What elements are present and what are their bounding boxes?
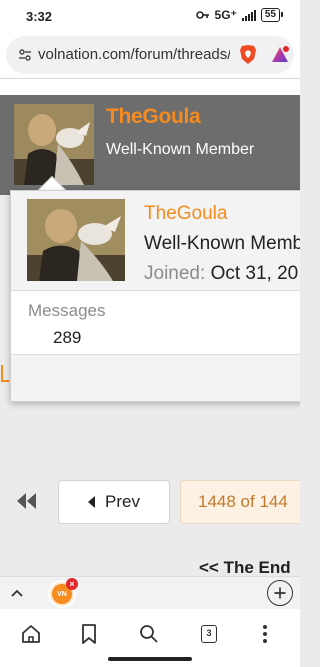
profile-header: TheGoula Well-Known Member — [0, 78, 300, 195]
member-card-joined: Joined: Oct 31, 20 — [144, 263, 298, 285]
member-card-avatar[interactable] — [27, 199, 125, 281]
web-page: TheGoula Well-Known Member TheGoula Well… — [0, 78, 300, 576]
status-icons: 5G⁺ 55 — [195, 8, 284, 22]
brave-rewards-icon[interactable] — [271, 46, 289, 63]
joined-date: Oct 31, 20 — [210, 263, 299, 284]
member-card-stats: Messages 289 — [11, 291, 300, 401]
tabs-button[interactable]: 3 — [198, 622, 220, 646]
address-bar[interactable]: volnation.com/forum/threads/ra — [6, 36, 294, 74]
profile-member-title: Well-Known Member — [106, 141, 255, 158]
home-indicator — [108, 657, 192, 661]
new-tab-plus-icon[interactable] — [267, 580, 293, 606]
browser-toolbar: volnation.com/forum/threads/ra — [0, 32, 300, 78]
page-selector[interactable]: 1448 of 144 — [180, 480, 300, 524]
partial-orange-icon — [1, 365, 9, 382]
member-tooltip-card: TheGoula Well-Known Member Joined: Oct 3… — [10, 190, 300, 402]
brave-shields-icon[interactable] — [239, 44, 257, 65]
profile-header-bar: TheGoula Well-Known Member — [0, 95, 300, 195]
close-tab-icon[interactable]: × — [66, 578, 78, 590]
messages-label: Messages — [28, 301, 106, 320]
nav-row: 3 — [0, 609, 300, 659]
tab-count: 3 — [201, 625, 217, 643]
prev-arrow-icon — [88, 496, 96, 508]
end-text: << The End — [199, 558, 291, 576]
battery-icon: 55 — [260, 8, 284, 22]
joined-label: Joined: — [144, 263, 206, 284]
member-card-footer — [11, 354, 300, 401]
member-card-username[interactable]: TheGoula — [144, 203, 227, 225]
url-text[interactable]: volnation.com/forum/threads/ra — [38, 46, 230, 63]
user-avatar[interactable] — [14, 104, 94, 185]
more-menu-icon[interactable] — [254, 622, 276, 646]
tab-strip: VN × — [0, 576, 300, 609]
status-bar: 3:32 5G⁺ 55 — [0, 0, 300, 32]
chevron-up-icon[interactable] — [9, 587, 25, 599]
bookmark-icon[interactable] — [78, 622, 100, 646]
site-settings-icon[interactable] — [18, 49, 32, 61]
prev-page-button[interactable]: Prev — [58, 480, 170, 524]
messages-count: 289 — [53, 328, 82, 347]
first-page-icon[interactable] — [14, 490, 40, 512]
status-time: 3:32 — [26, 9, 53, 24]
profile-username[interactable]: TheGoula — [106, 105, 201, 129]
prev-label: Prev — [105, 492, 140, 511]
member-card-title: Well-Known Member — [144, 233, 300, 254]
member-card-header: TheGoula Well-Known Member Joined: Oct 3… — [11, 191, 300, 291]
home-icon[interactable] — [20, 622, 42, 646]
search-icon[interactable] — [138, 622, 160, 646]
bottom-toolbar: VN × 3 — [0, 576, 300, 667]
vpn-key-icon — [195, 11, 209, 19]
network-type: 5G⁺ — [214, 8, 237, 22]
signal-icon — [241, 9, 256, 21]
